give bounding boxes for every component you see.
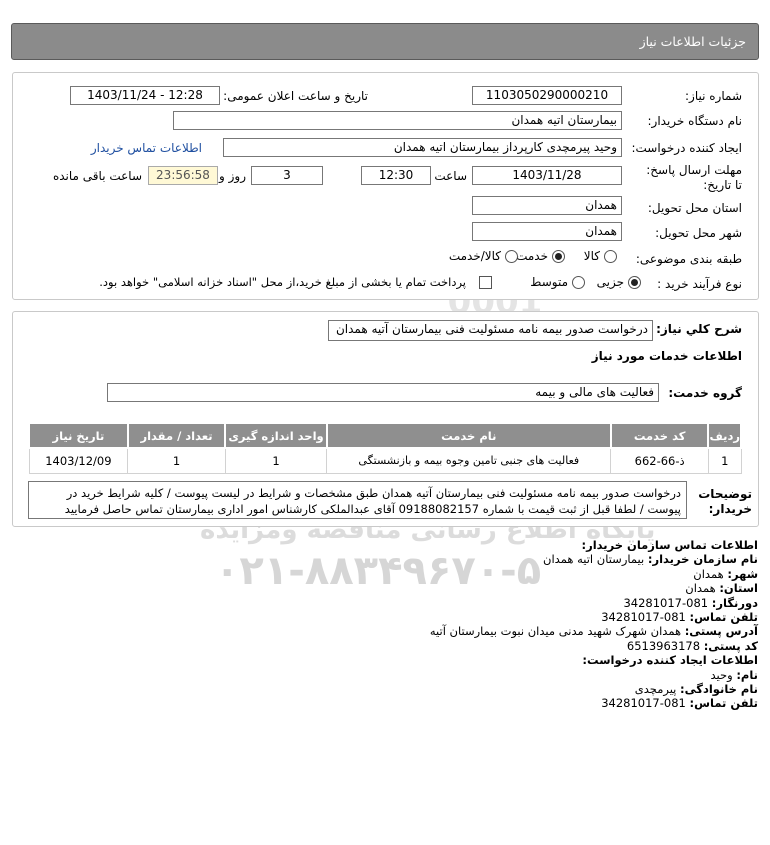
treasury-text: پرداخت تمام یا بخشی از مبلغ خرید،از محل … xyxy=(99,275,466,289)
contact-fax: 081-34281017 xyxy=(623,595,709,610)
creator-name-label: نام: xyxy=(736,667,758,682)
page-title: جزئیات اطلاعات نیاز xyxy=(639,34,746,49)
unit-cell: 1 xyxy=(224,447,328,474)
contact-org-label: نام سازمان خریدار: xyxy=(647,552,758,567)
contact-address-label: آدرس پستی: xyxy=(684,624,758,639)
services-title: اطلاعات خدمات مورد نیاز xyxy=(591,349,742,363)
service-group-label: گروه خدمت: xyxy=(668,386,742,400)
province-field: همدان xyxy=(472,196,622,215)
contact-org: بیمارستان اتیه همدان xyxy=(543,552,645,567)
contact-phone: 081-34281017 xyxy=(601,610,686,625)
process-label: نوع فرآیند خرید : xyxy=(657,277,742,291)
need-number-label: شماره نیاز: xyxy=(685,89,742,103)
days-field: 3 xyxy=(251,166,323,185)
creator-phone-row: تلفن تماس: 081-34281017 xyxy=(430,696,758,710)
category-radio-service[interactable] xyxy=(552,250,565,263)
buyer-org-field: بیمارستان اتیه همدان xyxy=(173,111,622,130)
services-table: ردیف کد خدمت نام خدمت واحد اندازه گیری ت… xyxy=(28,422,742,474)
buyer-notes-field: درخواست صدور بیمه نامه مسئولیت فنی بیمار… xyxy=(28,481,687,519)
column-header-quantity: تعداد / مقدار xyxy=(126,422,227,449)
deadline-time-field: 12:30 xyxy=(361,166,431,185)
column-header-service-code: کد خدمت xyxy=(609,422,710,449)
need-number-field: 1103050290000210 xyxy=(472,86,622,105)
table-row: 1 ذ-66-662 فعالیت های جنبی تامین وجوه بی… xyxy=(28,447,742,474)
contact-postal-row: کد پستی: 6513963178 xyxy=(430,639,758,653)
contact-province-row: استان: همدان xyxy=(430,581,758,595)
column-header-row-number: ردیف xyxy=(707,422,742,449)
table-header-row: ردیف کد خدمت نام خدمت واحد اندازه گیری ت… xyxy=(28,422,742,449)
column-header-unit: واحد اندازه گیری xyxy=(224,422,328,449)
contact-title: اطلاعات تماس سازمان خریدار: xyxy=(581,538,758,552)
column-header-need-date: تاریخ نیاز xyxy=(28,422,129,449)
contact-city-row: شهر: همدان xyxy=(430,567,758,581)
service-group-field: فعالیت های مالی و بیمه xyxy=(107,383,659,402)
contact-postal: 6513963178 xyxy=(626,638,701,653)
page-title-bar: جزئیات اطلاعات نیاز xyxy=(11,23,759,60)
category-label: طبقه بندی موضوعی: xyxy=(635,252,742,266)
province-label: استان محل تحویل: xyxy=(647,201,742,215)
process-option-minor: جزیی xyxy=(596,275,624,289)
city-label: شهر محل تحویل: xyxy=(655,226,742,240)
quantity-cell: 1 xyxy=(127,447,226,474)
announce-label: تاریخ و ساعت اعلان عمومی: xyxy=(223,89,368,103)
contact-fax-label: دورنگار: xyxy=(711,595,758,610)
creator-phone: 081-34281017 xyxy=(601,696,686,711)
process-option-medium: متوسط xyxy=(530,275,568,289)
category-option-goods-service: کالا/خدمت xyxy=(448,249,501,263)
creator-title-row: اطلاعات ایجاد کننده درخواست: xyxy=(430,653,758,667)
service-name-cell: فعالیت های جنبی تامین وجوه بیمه و بازنشس… xyxy=(326,447,612,474)
contact-title-row: اطلاعات تماس سازمان خریدار: xyxy=(430,538,758,552)
summary-label: شرح کلي نياز: xyxy=(656,322,742,336)
buyer-contact-block: اطلاعات تماس سازمان خریدار: نام سازمان خ… xyxy=(430,538,758,711)
category-option-goods: کالا xyxy=(583,249,600,263)
city-field: همدان xyxy=(472,222,622,241)
contact-city-label: شهر: xyxy=(727,566,758,581)
deadline-label: مهلت ارسال پاسخ: تا تاریخ: xyxy=(646,163,742,192)
creator-name: وحید xyxy=(710,667,733,682)
creator-family: پیرمچدی xyxy=(634,682,677,697)
contact-phone-row: تلفن تماس: 081-34281017 xyxy=(430,610,758,624)
creator-field: وحید پیرمچدی کارپرداز بیمارستان اتیه همد… xyxy=(223,138,622,157)
contact-org-row: نام سازمان خریدار: بیمارستان اتیه همدان xyxy=(430,552,758,566)
category-radio-goods[interactable] xyxy=(604,250,617,263)
deadline-time-label: ساعت xyxy=(434,169,467,183)
remaining-time-field: 23:56:58 xyxy=(148,166,218,185)
buyer-org-label: نام دستگاه خریدار: xyxy=(647,114,743,128)
service-code-cell: ذ-66-662 xyxy=(610,447,709,474)
remaining-time-label: ساعت باقی مانده xyxy=(52,169,142,183)
contact-address-row: آدرس پستی: همدان شهرک شهید مدنی میدان نب… xyxy=(430,624,758,638)
process-radio-medium[interactable] xyxy=(572,276,585,289)
contact-province-label: استان: xyxy=(719,581,758,596)
contact-city: همدان xyxy=(693,566,724,581)
contact-postal-label: کد پستی: xyxy=(703,638,758,653)
creator-title: اطلاعات ایجاد کننده درخواست: xyxy=(582,653,758,668)
need-date-cell: 1403/12/09 xyxy=(28,447,129,474)
creator-name-row: نام: وحید xyxy=(430,667,759,682)
announce-field: 1403/11/24 - 12:28 xyxy=(70,86,220,105)
contact-address: همدان شهرک شهید مدنی میدان نبوت بیمارستا… xyxy=(429,624,682,639)
process-radio-minor[interactable] xyxy=(628,276,641,289)
days-label: روز و xyxy=(219,169,246,183)
category-radio-goods-service[interactable] xyxy=(505,250,518,263)
row-number-cell: 1 xyxy=(707,447,742,474)
contact-fax-row: دورنگار: 081-34281017 xyxy=(430,596,758,610)
deadline-date-field: 1403/11/28 xyxy=(472,166,622,185)
treasury-checkbox[interactable] xyxy=(479,276,492,289)
contact-province: همدان xyxy=(685,581,716,596)
buyer-notes-label: توضیحات خریدار: xyxy=(698,487,752,516)
creator-family-label: نام خانوادگی: xyxy=(680,682,758,697)
summary-field: درخواست صدور بیمه نامه مسئولیت فنی بیمار… xyxy=(328,320,653,341)
category-option-service: خدمت xyxy=(516,249,548,263)
column-header-service-name: نام خدمت xyxy=(325,422,612,449)
buyer-contact-link[interactable]: اطلاعات تماس خریدار xyxy=(91,141,202,155)
contact-phone-label: تلفن تماس: xyxy=(689,610,758,625)
creator-family-row: نام خانوادگی: پیرمچدی xyxy=(430,682,758,696)
creator-label: ایجاد کننده درخواست: xyxy=(631,141,742,155)
creator-phone-label: تلفن تماس: xyxy=(689,696,758,711)
